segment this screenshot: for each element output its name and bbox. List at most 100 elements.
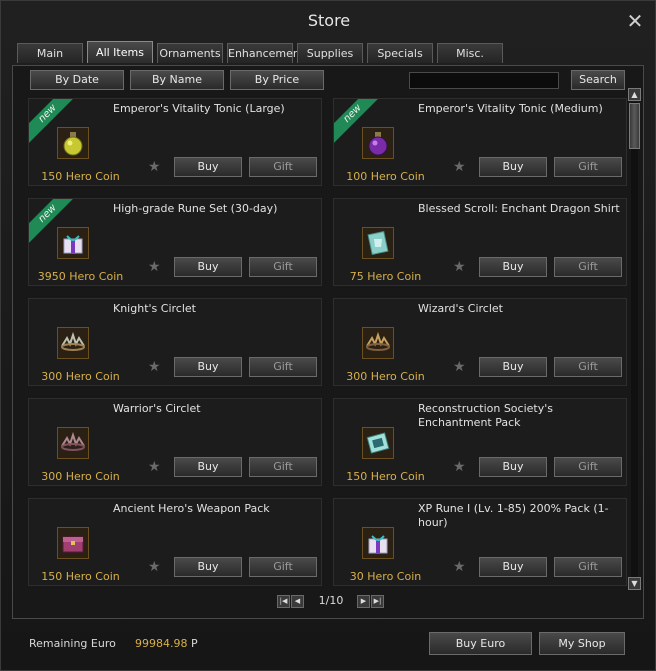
item-card: new Emperor's Vitality Tonic (Medium) 10… [333, 98, 627, 186]
gift-box-icon[interactable] [57, 227, 89, 259]
tab-ornaments[interactable]: Ornaments [157, 43, 223, 63]
item-price: 150 Hero Coin [41, 570, 120, 583]
item-price: 300 Hero Coin [41, 370, 120, 383]
favorite-star-icon[interactable]: ★ [453, 160, 467, 174]
item-price: 300 Hero Coin [41, 470, 120, 483]
my-shop-button[interactable]: My Shop [539, 632, 625, 655]
item-card: Warrior's Circlet 300 Hero Coin ★ Buy Gi… [28, 398, 322, 486]
item-price: 300 Hero Coin [346, 370, 425, 383]
tab-supplies[interactable]: Supplies [297, 43, 363, 63]
tab-all-items[interactable]: All Items [87, 41, 153, 63]
item-card: Blessed Scroll: Enchant Dragon Shirt 75 … [333, 198, 627, 286]
item-name: Wizard's Circlet [418, 302, 503, 315]
tab-misc[interactable]: Misc. [437, 43, 503, 63]
euro-amount: 99984.98 [135, 637, 188, 650]
buy-button[interactable]: Buy [174, 557, 242, 577]
next-page-icon[interactable]: ▶ [357, 595, 370, 608]
buy-button[interactable]: Buy [174, 157, 242, 177]
scroll-thumb[interactable] [629, 103, 640, 149]
buy-euro-button[interactable]: Buy Euro [429, 632, 532, 655]
item-name: Ancient Hero's Weapon Pack [113, 502, 270, 515]
purple-potion-icon[interactable] [362, 127, 394, 159]
favorite-star-icon[interactable]: ★ [148, 160, 162, 174]
buy-button[interactable]: Buy [479, 157, 547, 177]
item-price: 75 Hero Coin [349, 270, 422, 283]
buy-button[interactable]: Buy [479, 257, 547, 277]
item-price: 3950 Hero Coin [37, 270, 124, 283]
circlet-icon[interactable] [362, 327, 394, 359]
gift-box-icon[interactable] [362, 527, 394, 559]
item-name: High-grade Rune Set (30-day) [113, 202, 278, 215]
search-input[interactable] [409, 72, 559, 89]
euro-currency: P [191, 637, 198, 650]
favorite-star-icon[interactable]: ★ [148, 360, 162, 374]
favorite-star-icon[interactable]: ★ [148, 460, 162, 474]
buy-button[interactable]: Buy [174, 357, 242, 377]
item-card: Ancient Hero's Weapon Pack 150 Hero Coin… [28, 498, 322, 586]
gift-button[interactable]: Gift [554, 557, 622, 577]
pagination: |◀ ◀ 1/10 ▶ ▶| [277, 594, 387, 610]
sort-by-date-button[interactable]: By Date [30, 70, 124, 90]
item-name: Emperor's Vitality Tonic (Medium) [418, 102, 603, 115]
item-card: new High-grade Rune Set (30-day) 3950 He… [28, 198, 322, 286]
scroll-track[interactable] [631, 102, 638, 580]
gift-button[interactable]: Gift [249, 557, 317, 577]
item-name: Blessed Scroll: Enchant Dragon Shirt [418, 202, 620, 215]
gift-button[interactable]: Gift [554, 157, 622, 177]
scroll-up-icon[interactable]: ▲ [628, 88, 641, 101]
sort-by-name-button[interactable]: By Name [130, 70, 224, 90]
yellow-potion-icon[interactable] [57, 127, 89, 159]
buy-button[interactable]: Buy [479, 357, 547, 377]
item-name: Reconstruction Society's Enchantment Pac… [418, 402, 553, 429]
item-name: Emperor's Vitality Tonic (Large) [113, 102, 285, 115]
tab-specials[interactable]: Specials [367, 43, 433, 63]
chest-icon[interactable] [57, 527, 89, 559]
gift-button[interactable]: Gift [249, 457, 317, 477]
remaining-euro-value: 99984.98 P [135, 637, 198, 650]
buy-button[interactable]: Buy [479, 457, 547, 477]
buy-button[interactable]: Buy [174, 457, 242, 477]
favorite-star-icon[interactable]: ★ [148, 260, 162, 274]
item-card: XP Rune I (Lv. 1-85) 200% Pack (1-hour) … [333, 498, 627, 586]
prev-page-icon[interactable]: ◀ [291, 595, 304, 608]
gift-button[interactable]: Gift [249, 257, 317, 277]
item-card: Wizard's Circlet 300 Hero Coin ★ Buy Gif… [333, 298, 627, 386]
favorite-star-icon[interactable]: ★ [453, 460, 467, 474]
buy-button[interactable]: Buy [174, 257, 242, 277]
sort-by-price-button[interactable]: By Price [230, 70, 324, 90]
remaining-euro-label: Remaining Euro [29, 637, 116, 650]
gift-button[interactable]: Gift [554, 357, 622, 377]
item-price: 100 Hero Coin [346, 170, 425, 183]
favorite-star-icon[interactable]: ★ [453, 560, 467, 574]
last-page-icon[interactable]: ▶| [371, 595, 384, 608]
tab-enhancement[interactable]: Enhancement [227, 43, 304, 63]
gift-button[interactable]: Gift [249, 157, 317, 177]
buy-button[interactable]: Buy [479, 557, 547, 577]
store-window: Store ✕ Main All Items Ornaments Enhance… [0, 0, 656, 671]
item-card: Knight's Circlet 300 Hero Coin ★ Buy Gif… [28, 298, 322, 386]
gift-button[interactable]: Gift [554, 457, 622, 477]
scrollbar[interactable]: ▲ ▼ [628, 88, 642, 594]
scroll-down-icon[interactable]: ▼ [628, 577, 641, 590]
page-indicator: 1/10 [318, 594, 344, 607]
first-page-icon[interactable]: |◀ [277, 595, 290, 608]
gift-button[interactable]: Gift [249, 357, 317, 377]
item-price: 150 Hero Coin [41, 170, 120, 183]
item-name: Warrior's Circlet [113, 402, 201, 415]
close-icon[interactable]: ✕ [625, 11, 645, 31]
window-title: Store [307, 11, 351, 30]
gift-button[interactable]: Gift [554, 257, 622, 277]
shirt-scroll-icon[interactable] [362, 227, 394, 259]
favorite-star-icon[interactable]: ★ [148, 560, 162, 574]
circlet-icon[interactable] [57, 427, 89, 459]
item-price: 30 Hero Coin [349, 570, 422, 583]
favorite-star-icon[interactable]: ★ [453, 260, 467, 274]
search-button[interactable]: Search [571, 70, 625, 90]
circlet-icon[interactable] [57, 327, 89, 359]
item-card: Reconstruction Society's Enchantment Pac… [333, 398, 627, 486]
tab-main[interactable]: Main [17, 43, 83, 63]
favorite-star-icon[interactable]: ★ [453, 360, 467, 374]
item-price: 150 Hero Coin [346, 470, 425, 483]
item-name: XP Rune I (Lv. 1-85) 200% Pack (1-hour) [418, 502, 609, 529]
pack-icon[interactable] [362, 427, 394, 459]
